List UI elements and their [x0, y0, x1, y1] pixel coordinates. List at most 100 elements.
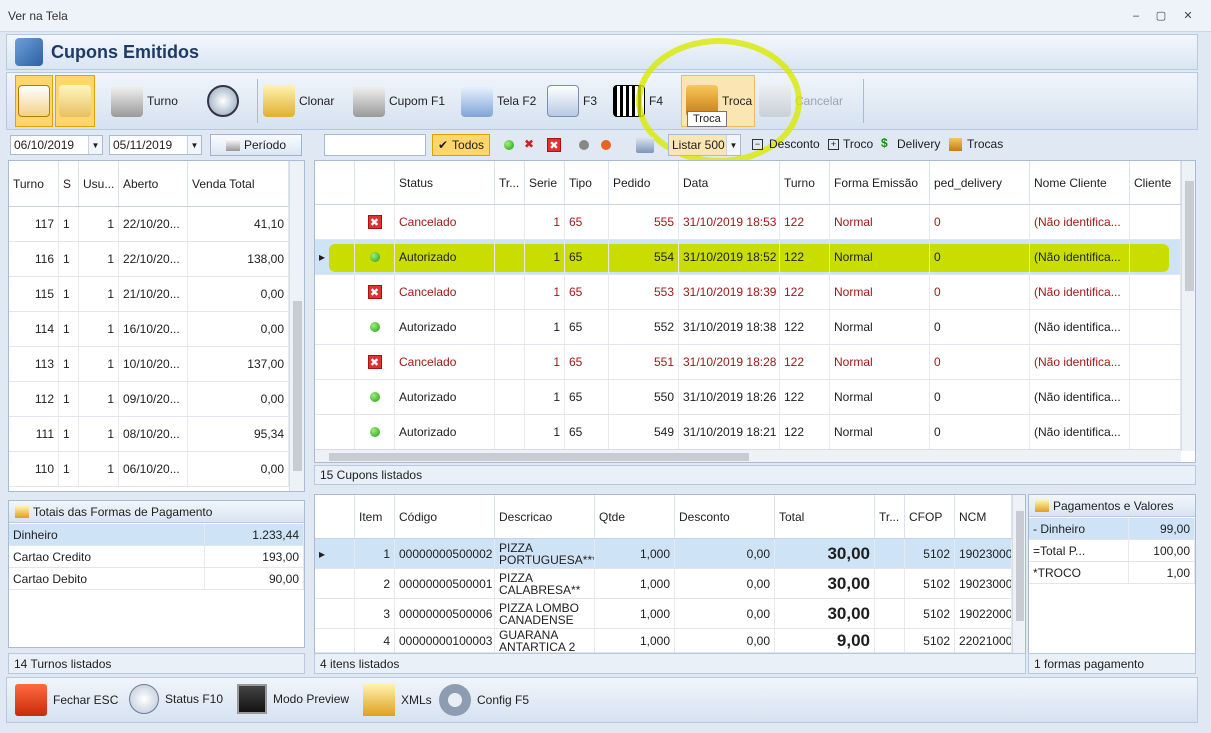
column-header[interactable]: Turno — [780, 161, 830, 204]
table-row[interactable]: - Dinheiro 99,00 — [1029, 518, 1195, 540]
calendar-button[interactable] — [15, 75, 53, 127]
table-row[interactable]: 4 00000000100003 GUARANA ANTARTICA 2 1,00… — [315, 629, 1012, 653]
column-header[interactable]: NCM — [955, 495, 1012, 538]
column-header[interactable]: Serie — [525, 161, 565, 204]
xmls-button[interactable]: XMLs — [363, 684, 432, 716]
table-row[interactable]: 117 1 1 22/10/20... 41,10 — [9, 207, 289, 242]
column-header[interactable]: Tipo — [565, 161, 609, 204]
filter-grey-icon[interactable] — [579, 140, 589, 150]
row-indicator-header — [315, 495, 355, 538]
column-header[interactable]: Descricao — [495, 495, 595, 538]
delivery-label[interactable]: Delivery — [897, 137, 940, 151]
column-header[interactable]: Aberto — [119, 161, 188, 206]
table-row[interactable]: 111 1 1 08/10/20... 95,34 — [9, 417, 289, 452]
cupons-scrollbar-h[interactable] — [315, 449, 1181, 462]
column-header[interactable]: Tr... — [495, 161, 525, 204]
table-row[interactable]: Cartao Debito 90,00 — [9, 568, 304, 590]
table-row[interactable]: Dinheiro 1.233,44 — [9, 524, 304, 546]
column-header[interactable]: Tr... — [875, 495, 905, 538]
date-from-field[interactable]: 06/10/2019 ▼ — [10, 135, 103, 155]
column-header[interactable]: Cliente — [1130, 161, 1181, 204]
scroll-thumb[interactable] — [329, 453, 749, 461]
column-header[interactable]: Pedido — [609, 161, 679, 204]
table-row[interactable]: ✖ Cancelado 1 65 551 31/10/2019 18:28 12… — [315, 345, 1181, 380]
table-row[interactable]: 113 1 1 10/10/20... 137,00 — [9, 347, 289, 382]
scroll-thumb[interactable] — [293, 301, 302, 471]
column-header[interactable]: Código — [395, 495, 495, 538]
table-row[interactable]: 2 00000000500001 PIZZA CALABRESA** 1,000 … — [315, 569, 1012, 599]
table-row[interactable]: =Total P... 100,00 — [1029, 540, 1195, 562]
table-row[interactable]: 116 1 1 22/10/20... 138,00 — [9, 242, 289, 277]
table-row[interactable]: Cartao Credito 193,00 — [9, 546, 304, 568]
column-header[interactable]: ped_delivery — [930, 161, 1030, 204]
turnos-scrollbar[interactable] — [289, 161, 304, 491]
clock-button[interactable] — [207, 75, 239, 127]
periodo-label: Período — [243, 138, 287, 152]
table-row[interactable]: ✖ Cancelado 1 65 555 31/10/2019 18:53 12… — [315, 205, 1181, 240]
search-view-button[interactable] — [55, 75, 95, 127]
listar-select[interactable]: Listar 500 ▼ — [668, 134, 741, 156]
column-header[interactable]: Item — [355, 495, 395, 538]
column-header[interactable]: CFOP — [905, 495, 955, 538]
desconto-label[interactable]: Desconto — [769, 137, 820, 151]
desconto-icon[interactable]: − — [752, 139, 763, 150]
troco-icon[interactable]: + — [828, 139, 839, 150]
filter-x-icon[interactable]: ✖ — [524, 137, 534, 151]
table-row[interactable]: Autorizado 1 65 549 31/10/2019 18:21 122… — [315, 415, 1181, 450]
todos-button[interactable]: ✔ Todos — [432, 134, 490, 156]
maximize-button[interactable]: ▢ — [1153, 8, 1169, 24]
status-button[interactable]: Status F10 — [129, 684, 223, 714]
print-filter-icon[interactable] — [636, 137, 654, 153]
column-header[interactable]: Desconto — [675, 495, 775, 538]
scroll-thumb[interactable] — [1016, 511, 1024, 621]
search-input[interactable] — [324, 134, 426, 156]
cell: 1 — [525, 415, 565, 449]
table-row[interactable]: *TROCO 1,00 — [1029, 562, 1195, 584]
minimize-button[interactable]: – — [1128, 8, 1144, 24]
table-row-selected[interactable]: ▸ Autorizado 1 65 554 31/10/2019 18:52 1… — [315, 240, 1181, 275]
descricao-line: ANTARTICA 2 — [499, 639, 576, 653]
filter-cancel-icon[interactable]: ✖ — [547, 138, 561, 152]
troco-label[interactable]: Troco — [843, 137, 873, 151]
column-header[interactable]: Status — [395, 161, 495, 204]
chevron-down-icon[interactable]: ▼ — [88, 136, 102, 154]
table-row-selected[interactable]: ▸ 1 00000000500002 PIZZA PORTUGUESA*** 1,… — [315, 539, 1012, 569]
status-icon-header — [355, 161, 395, 204]
trocas-label[interactable]: Trocas — [967, 137, 1003, 151]
scroll-thumb[interactable] — [1185, 181, 1194, 291]
column-header[interactable]: Venda Total — [188, 161, 289, 206]
itens-scrollbar[interactable] — [1012, 495, 1025, 653]
cupons-scrollbar-v[interactable] — [1181, 161, 1195, 451]
table-row[interactable]: ✖ Cancelado 1 65 553 31/10/2019 18:39 12… — [315, 275, 1181, 310]
config-button[interactable]: Config F5 — [439, 684, 529, 716]
close-button[interactable]: ✕ — [1180, 8, 1196, 24]
table-row[interactable]: 114 1 1 16/10/20... 0,00 — [9, 312, 289, 347]
chevron-down-icon[interactable]: ▼ — [187, 136, 201, 154]
column-header[interactable]: Turno — [9, 161, 59, 206]
chevron-down-icon[interactable]: ▼ — [726, 135, 740, 155]
preview-button[interactable]: Modo Preview — [237, 684, 349, 714]
table-row[interactable]: 115 1 1 21/10/20... 0,00 — [9, 277, 289, 312]
table-row[interactable]: 112 1 1 09/10/20... 0,00 — [9, 382, 289, 417]
filter-autorizado-icon[interactable] — [504, 140, 514, 150]
column-header[interactable]: Data — [679, 161, 780, 204]
column-header[interactable]: Nome Cliente — [1030, 161, 1130, 204]
periodo-button[interactable]: Período — [210, 134, 302, 156]
column-header[interactable]: Forma Emissão — [830, 161, 930, 204]
tela-button[interactable]: Tela F2 — [461, 75, 536, 127]
column-header[interactable]: Usu... — [79, 161, 119, 206]
fechar-button[interactable]: Fechar ESC — [15, 684, 118, 716]
column-header[interactable]: Qtde — [595, 495, 675, 538]
table-row[interactable]: Autorizado 1 65 550 31/10/2019 18:26 122… — [315, 380, 1181, 415]
column-header[interactable]: S — [59, 161, 79, 206]
cupom-button[interactable]: Cupom F1 — [353, 75, 445, 127]
table-row[interactable]: 3 00000000500006 PIZZA LOMBO CANADENSE 1,… — [315, 599, 1012, 629]
table-row[interactable]: 110 1 1 06/10/20... 0,00 — [9, 452, 289, 487]
filter-orange-icon[interactable] — [601, 140, 611, 150]
f3-button[interactable]: F3 — [547, 75, 597, 127]
table-row[interactable]: Autorizado 1 65 552 31/10/2019 18:38 122… — [315, 310, 1181, 345]
date-to-field[interactable]: 05/11/2019 ▼ — [109, 135, 202, 155]
clonar-button[interactable]: Clonar — [263, 75, 334, 127]
turno-button[interactable]: Turno — [111, 75, 178, 127]
column-header[interactable]: Total — [775, 495, 875, 538]
